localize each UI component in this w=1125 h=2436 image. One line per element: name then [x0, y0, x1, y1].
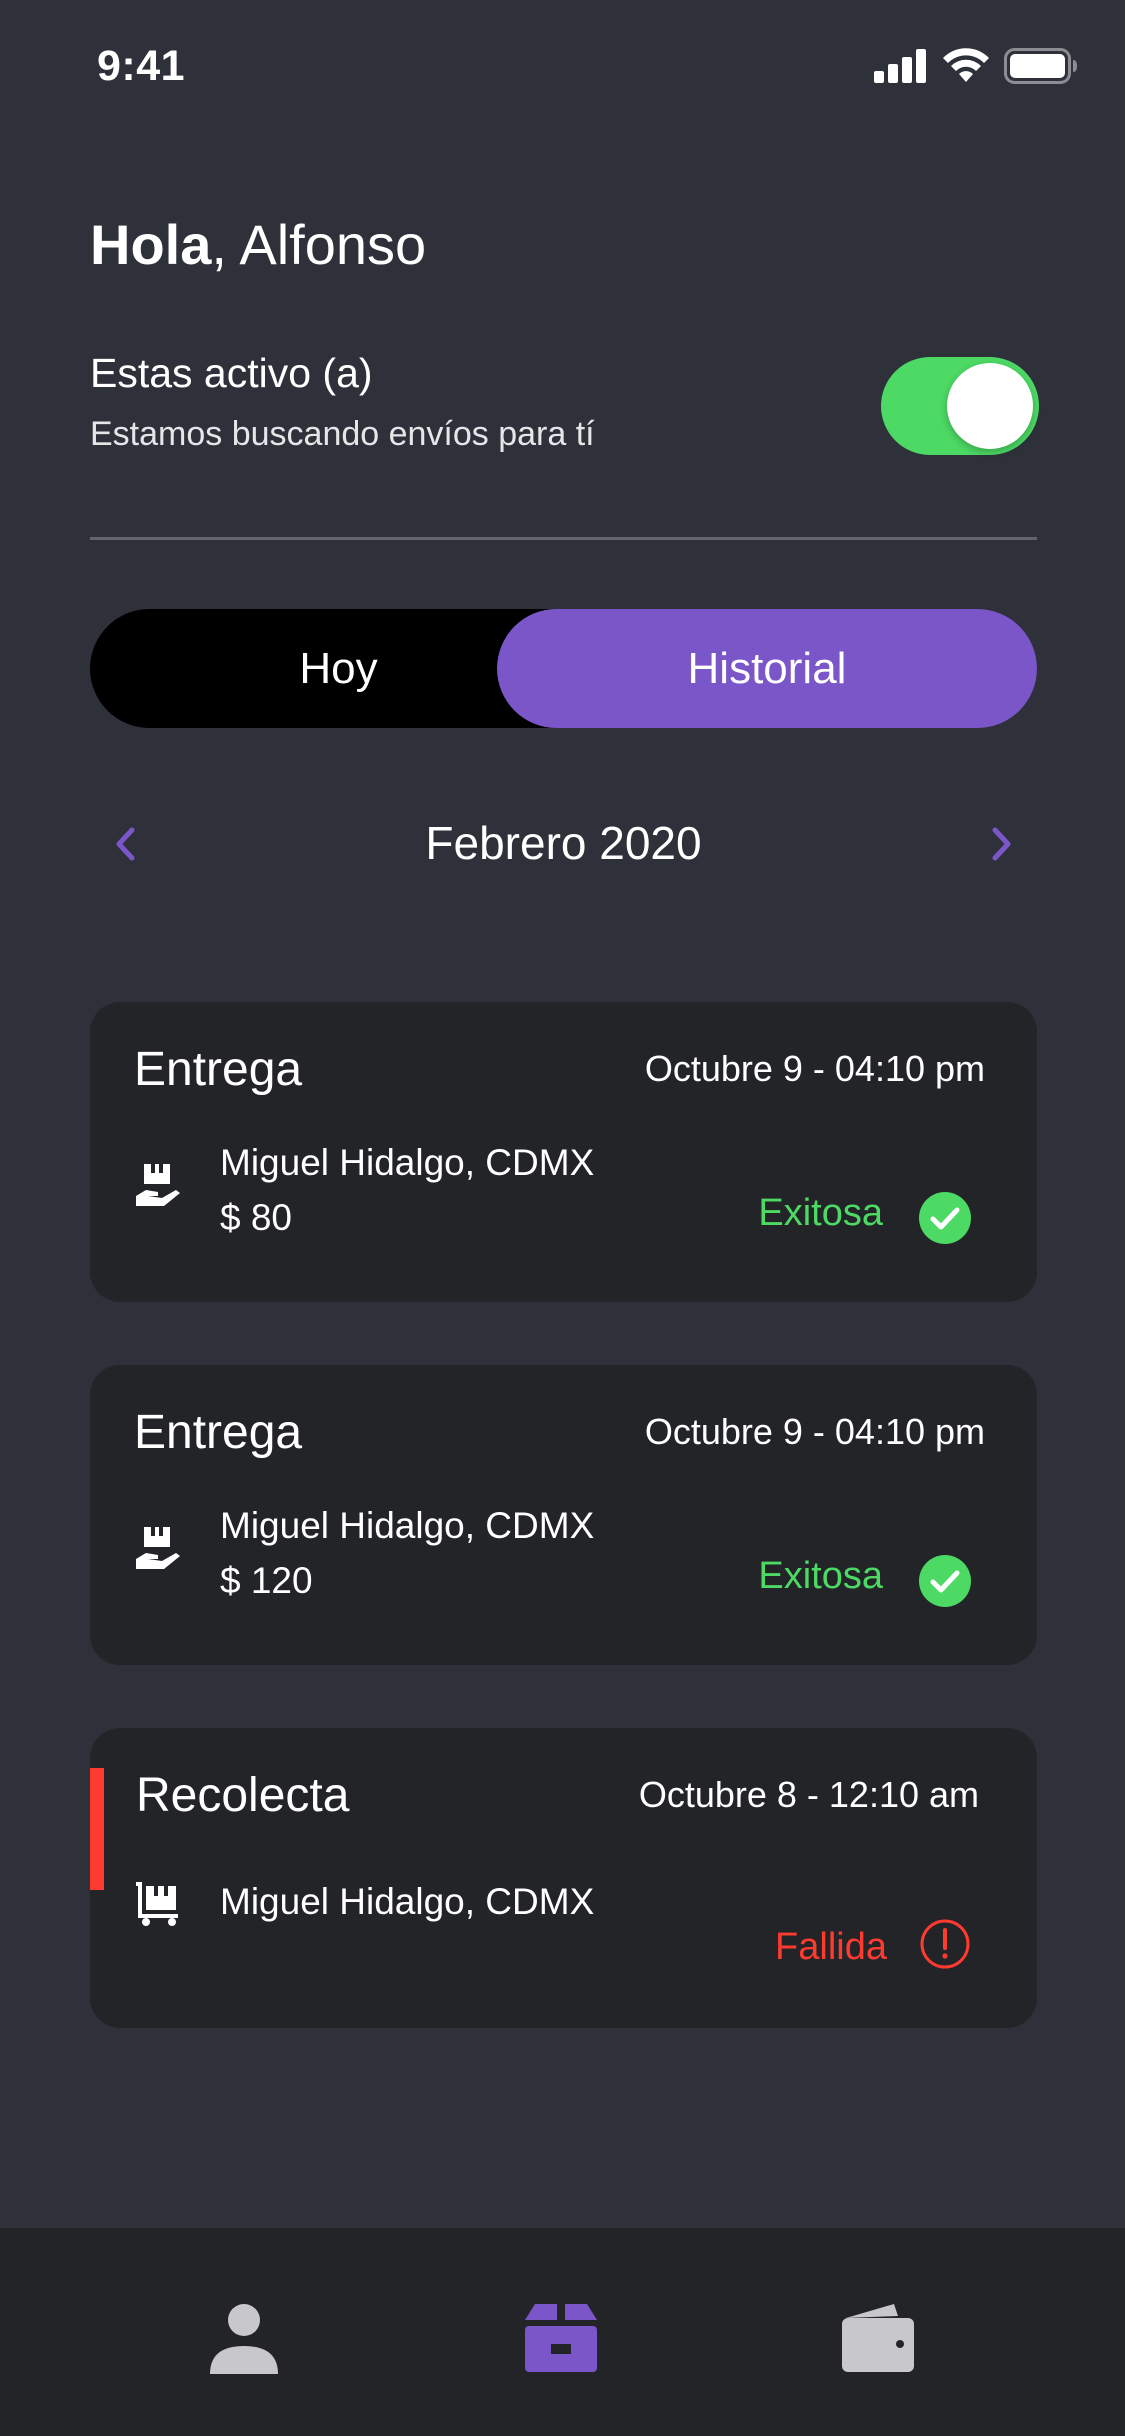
chevron-right-icon[interactable]: [989, 824, 1015, 864]
shipment-price: $ 80: [220, 1197, 293, 1238]
alert-circle-icon: [920, 1919, 970, 1969]
shipment-status: Exitosa: [758, 1555, 883, 1597]
bottom-tab-bar: [0, 2228, 1125, 2436]
failed-indicator: [90, 1768, 104, 1890]
wallet-icon[interactable]: [838, 2298, 918, 2378]
shipment-datetime: Octubre 9 - 04:10 pm: [644, 1048, 985, 1089]
segmented-control: Hoy Historial: [90, 609, 1037, 728]
status-time: 9:41: [97, 42, 186, 90]
shipment-datetime: Octubre 9 - 04:10 pm: [644, 1411, 985, 1452]
greeting-title: Hola, Alfonso: [90, 212, 426, 277]
check-circle-icon: [919, 1192, 971, 1244]
shipment-address: Miguel Hidalgo, CDMX: [220, 1142, 595, 1183]
hand-package-icon: [136, 1164, 180, 1206]
shipment-type: Entrega: [134, 1043, 303, 1096]
tab-historial[interactable]: Historial: [497, 609, 1037, 728]
shipment-type: Entrega: [134, 1406, 303, 1459]
shipment-card[interactable]: Entrega Octubre 9 - 04:10 pm Miguel Hida…: [90, 1002, 1037, 1302]
month-navigation: Febrero 2020: [90, 810, 1037, 880]
month-label: Febrero 2020: [425, 817, 702, 869]
greeting-bold: Hola: [90, 213, 212, 276]
hand-package-icon: [136, 1527, 180, 1569]
cellular-signal-icon: [874, 49, 926, 83]
shipment-address: Miguel Hidalgo, CDMX: [220, 1505, 595, 1546]
availability-toggle[interactable]: [881, 357, 1039, 455]
wifi-icon: [943, 48, 989, 82]
person-icon[interactable]: [204, 2298, 284, 2378]
battery-icon: [1004, 48, 1077, 84]
shipment-type: Recolecta: [136, 1769, 350, 1822]
shipment-card[interactable]: Entrega Octubre 9 - 04:10 pm Miguel Hida…: [90, 1365, 1037, 1665]
check-circle-icon: [919, 1555, 971, 1607]
status-bar: 9:41: [0, 0, 1125, 135]
package-icon[interactable]: [521, 2298, 601, 2378]
shipment-datetime: Octubre 8 - 12:10 am: [638, 1774, 979, 1815]
availability-subtitle: Estamos buscando envíos para tí: [90, 415, 595, 453]
toggle-knob: [947, 363, 1033, 449]
status-icons: [874, 48, 1078, 84]
shipment-status: Exitosa: [758, 1192, 883, 1234]
shipment-card[interactable]: Recolecta Octubre 8 - 12:10 am Miguel Hi…: [90, 1728, 1037, 2028]
shipment-address: Miguel Hidalgo, CDMX: [220, 1881, 595, 1922]
divider: [90, 537, 1037, 540]
greeting-name: , Alfonso: [211, 213, 427, 276]
cart-package-icon: [136, 1882, 178, 1926]
availability-title: Estas activo (a): [90, 350, 373, 396]
shipment-price: $ 120: [220, 1560, 313, 1601]
shipment-status: Fallida: [775, 1926, 887, 1968]
